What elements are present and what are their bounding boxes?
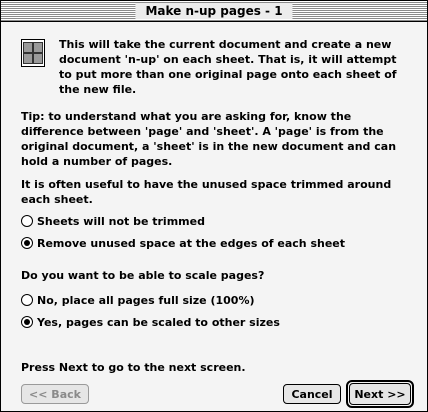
scale-question: Do you want to be able to scale pages? — [21, 269, 265, 282]
window-title: Make n-up pages - 1 — [135, 3, 293, 19]
radio-full-size-label: No, place all pages full size (100%) — [37, 293, 255, 307]
intro-text: This will take the current document and … — [59, 38, 397, 96]
radio-remove-unused-label: Remove unused space at the edges of each… — [37, 236, 345, 250]
radio-scaled-label: Yes, pages can be scaled to other sizes — [37, 315, 280, 329]
tip-text: Tip: to understand what you are asking f… — [21, 110, 397, 168]
radio-full-size[interactable]: No, place all pages full size (100%) — [21, 292, 255, 308]
radio-button-on[interactable] — [21, 316, 33, 328]
radio-no-trim-label: Sheets will not be trimmed — [37, 214, 205, 228]
radio-no-trim[interactable]: Sheets will not be trimmed — [21, 213, 205, 229]
footer-instruction: Press Next to go to the next screen. — [21, 361, 246, 374]
cancel-button[interactable]: Cancel — [283, 384, 341, 404]
trim-question: It is often useful to have the unused sp… — [21, 178, 392, 206]
radio-button-on[interactable] — [21, 237, 33, 249]
multi-page-document-icon — [21, 39, 45, 67]
back-button[interactable]: << Back — [21, 384, 89, 404]
radio-button-off[interactable] — [21, 215, 33, 227]
default-button-ring: Next >> — [346, 380, 414, 408]
title-bar[interactable]: Make n-up pages - 1 — [1, 1, 427, 22]
next-button[interactable]: Next >> — [349, 383, 411, 405]
radio-button-off[interactable] — [21, 294, 33, 306]
dialog-window: Make n-up pages - 1 This will take the c… — [0, 0, 428, 412]
radio-scaled[interactable]: Yes, pages can be scaled to other sizes — [21, 314, 280, 330]
dialog-content: This will take the current document and … — [1, 22, 427, 411]
radio-remove-unused[interactable]: Remove unused space at the edges of each… — [21, 235, 345, 251]
